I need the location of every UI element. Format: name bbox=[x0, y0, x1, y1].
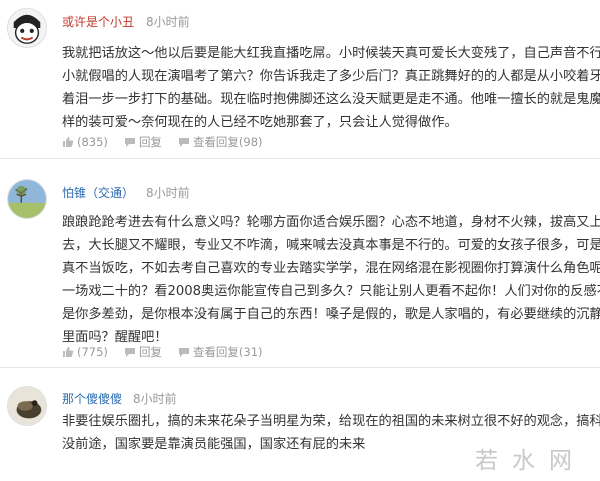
username[interactable]: 怕锥（交通） bbox=[62, 184, 134, 201]
comment-line: 真不当饭吃，不如去考自己喜欢的专业去踏实学学，混在网络混在影视圈你打算演什么角色… bbox=[62, 261, 600, 276]
chat-bubble-icon bbox=[178, 138, 189, 147]
view-replies-label: 查看回复(31) bbox=[192, 345, 263, 359]
like-button[interactable]: (775) bbox=[62, 345, 108, 359]
timestamp: 8小时前 bbox=[146, 15, 190, 29]
avatar-face-icon bbox=[8, 9, 46, 47]
comment-1: 或许是个小丑 8小时前 我就把话放这～他以后要是能大红我直播吃屌。小时候装天真可… bbox=[0, 0, 600, 158]
comment-line: 一场戏二十的？看2008奥运你能宣传自己到多久？只能让别人更看不起你！人们对你的… bbox=[62, 284, 600, 299]
timestamp: 8小时前 bbox=[146, 186, 190, 200]
comment-line: 非要往娱乐圈扎，搞的未来花朵子当明星为荣，给现在的祖国的未来树立很不好的观念，搞… bbox=[62, 414, 600, 429]
comment-line: 小就假唱的人现在演唱考了第六？你告诉我走了多少后门？真正跳舞好的的人都是从小咬着… bbox=[62, 69, 600, 84]
comment-line: 我就把话放这～他以后要是能大红我直播吃屌。小时候装天真可爱长大变残了，自己声音不… bbox=[62, 46, 600, 61]
comment-text: 踉踉跄跄考进去有什么意义吗？轮哪方面你适合娱乐圈？心态不地道，身材不火辣，拔高又… bbox=[62, 211, 600, 349]
comment-text: 我就把话放这～他以后要是能大红我直播吃屌。小时候装天真可爱长大变残了，自己声音不… bbox=[62, 42, 600, 134]
avatar[interactable] bbox=[7, 386, 47, 426]
view-replies-button[interactable]: 查看回复(98) bbox=[178, 134, 263, 150]
timestamp: 8小时前 bbox=[133, 392, 177, 406]
avatar[interactable] bbox=[7, 179, 47, 219]
username[interactable]: 或许是个小丑 bbox=[62, 13, 134, 30]
comment-line: 去，大长腿又不耀眼，专业又不咋滴，喊来喊去没真本事是不行的。可爱的女孩子很多，可… bbox=[62, 238, 600, 253]
avatar-landscape-icon bbox=[8, 180, 46, 218]
comment-line: 样的装可爱～奈何现在的人已经不吃她那套了，只会让人觉得做作。 bbox=[62, 115, 458, 130]
thumbs-up-icon bbox=[63, 137, 74, 147]
site-watermark: 若水网 bbox=[475, 448, 586, 474]
comment-actions: (835) 回复 查看回复(98) bbox=[62, 134, 279, 150]
view-replies-button[interactable]: 查看回复(31) bbox=[178, 344, 263, 360]
reply-button[interactable]: 回复 bbox=[124, 134, 162, 150]
reply-label: 回复 bbox=[138, 345, 162, 359]
comment-line: 着泪一步一步打下的基础。现在临时抱佛脚还这么没天赋更是走不通。他唯一擅长的就是鬼… bbox=[62, 92, 600, 107]
view-replies-label: 查看回复(98) bbox=[192, 135, 263, 149]
avatar[interactable] bbox=[7, 8, 47, 48]
like-count: (775) bbox=[77, 345, 108, 359]
comment-line: 是你多差劲，是你根本没有属于自己的东西！嗓子是假的，歌是人家唱的，有必要继续的沉… bbox=[62, 307, 600, 322]
like-count: (835) bbox=[77, 135, 108, 149]
comment-actions: (775) 回复 查看回复(31) bbox=[62, 344, 279, 360]
thumbs-up-icon bbox=[63, 347, 74, 357]
avatar-photo-icon bbox=[8, 387, 46, 425]
reply-button[interactable]: 回复 bbox=[124, 344, 162, 360]
reply-label: 回复 bbox=[138, 135, 162, 149]
comment-2: 怕锥（交通） 8小时前 踉踉跄跄考进去有什么意义吗？轮哪方面你适合娱乐圈？心态不… bbox=[0, 159, 600, 362]
username[interactable]: 那个傻傻傻 bbox=[62, 390, 122, 407]
reply-icon bbox=[124, 348, 135, 357]
chat-bubble-icon bbox=[178, 348, 189, 357]
like-button[interactable]: (835) bbox=[62, 135, 108, 149]
comment-line: 踉踉跄跄考进去有什么意义吗？轮哪方面你适合娱乐圈？心态不地道，身材不火辣，拔高又… bbox=[62, 215, 600, 230]
reply-icon bbox=[124, 138, 135, 147]
